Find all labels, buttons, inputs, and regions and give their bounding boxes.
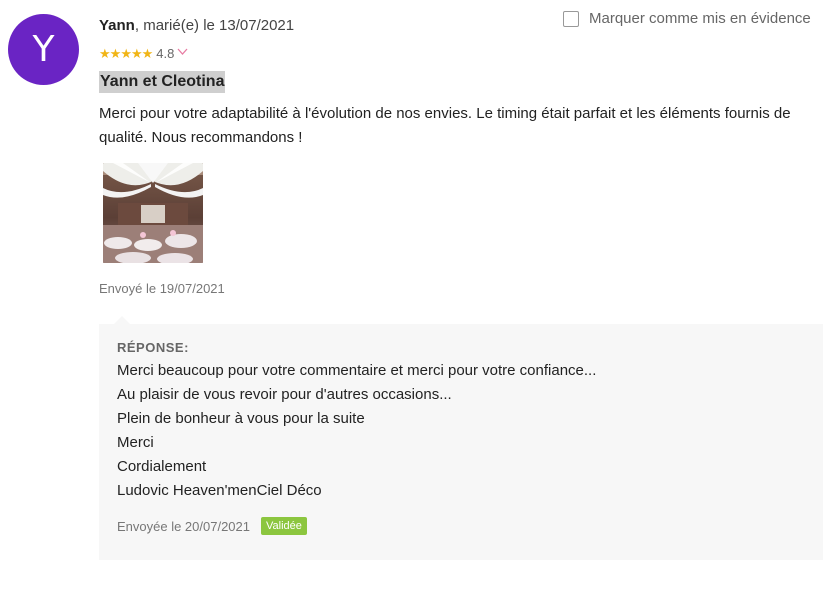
reply-line: Cordialement xyxy=(117,458,207,475)
star-icon: ★ xyxy=(99,46,111,61)
avatar-letter: Y xyxy=(32,29,55,70)
feature-checkbox[interactable] xyxy=(563,10,579,27)
chevron-down-icon[interactable] xyxy=(177,47,188,59)
feature-label[interactable]: Marquer comme mis en évidence xyxy=(589,10,811,27)
reply-line: Au plaisir de vous revoir pour d'autres … xyxy=(117,386,452,403)
avatar: Y xyxy=(8,14,79,85)
star-icon: ★ xyxy=(109,46,122,61)
review-sent-date: Envoyé le 19/07/2021 xyxy=(99,281,225,296)
rating[interactable]: ★ ★ ★ ★ ★ 4.8 xyxy=(99,46,188,61)
reply-line: Ludovic Heaven'menCiel Déco xyxy=(117,482,322,499)
reply-label: RÉPONSE: xyxy=(117,340,189,355)
wedding-date: , marié(e) le 13/07/2021 xyxy=(134,17,295,34)
review-photo[interactable] xyxy=(103,163,203,263)
author-name[interactable]: Yann xyxy=(99,17,135,34)
reply-line: Merci xyxy=(117,434,154,451)
reply-line: Merci beaucoup pour votre commentaire et… xyxy=(117,362,597,379)
reply-sent-row: Envoyée le 20/07/2021 Validée xyxy=(117,517,307,535)
status-badge: Validée xyxy=(261,517,307,535)
star-icon: ★ xyxy=(130,46,143,61)
star-rating: ★ ★ ★ ★ ★ xyxy=(99,46,154,61)
rating-value: 4.8 xyxy=(156,46,175,61)
reply-sent-date: Envoyée le 20/07/2021 xyxy=(117,518,250,534)
reply-line: Plein de bonheur à vous pour la suite xyxy=(117,410,365,427)
reply-box: RÉPONSE: Merci beaucoup pour votre comme… xyxy=(99,324,823,560)
star-icon: ★ xyxy=(120,46,132,61)
feature-toggle[interactable]: Marquer comme mis en évidence xyxy=(563,10,811,27)
review-header: Yann, marié(e) le 13/07/2021 xyxy=(99,17,294,34)
review-title: Yann et Cleotina xyxy=(99,71,226,93)
review-body: Merci pour votre adaptabilité à l'évolut… xyxy=(99,105,791,146)
star-icon: ★ xyxy=(141,46,154,61)
reply-text: Merci beaucoup pour votre commentaire et… xyxy=(117,359,596,503)
